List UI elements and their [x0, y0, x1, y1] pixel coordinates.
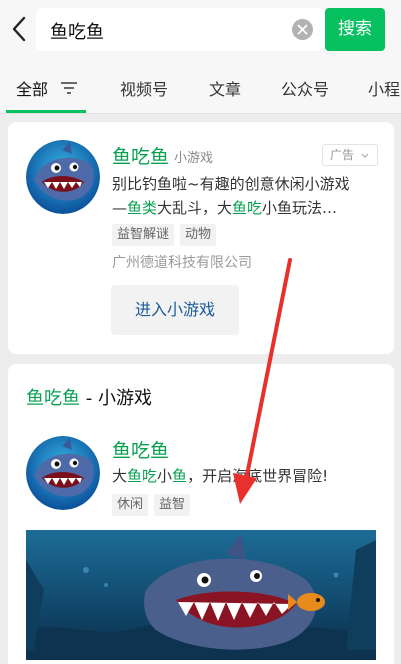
tab-official-accounts[interactable]: 公众号 — [281, 76, 329, 100]
game-title[interactable]: 鱼吃鱼 — [112, 142, 169, 169]
game-avatar[interactable] — [26, 436, 100, 510]
game-banner-illustration — [26, 530, 376, 660]
clear-button[interactable] — [292, 19, 313, 40]
tab-bar: 全部 视频号 文章 公众号 小程 — [0, 58, 401, 114]
tab-mini-programs[interactable]: 小程 — [368, 76, 400, 100]
back-button[interactable] — [8, 14, 34, 44]
game-avatar — [26, 140, 100, 214]
mini-game-section-card: 鱼吃鱼 - 小游戏 鱼吃鱼 大鱼吃小鱼，开启海底世界冒险! 休闲 益智 — [8, 364, 394, 664]
developer-name: 广州德道科技有限公司 — [112, 255, 252, 271]
filter-button[interactable] — [61, 80, 77, 99]
chevron-down-icon — [361, 153, 369, 158]
tag-puzzle: 益智解谜 — [112, 224, 175, 246]
search-box[interactable]: 鱼吃鱼 — [36, 8, 324, 51]
tab-articles[interactable]: 文章 — [209, 76, 241, 100]
tag-puzzle: 益智 — [154, 494, 191, 516]
ad-label: 广告 — [330, 148, 355, 162]
back-icon — [12, 16, 26, 42]
shark-logo-icon — [26, 140, 100, 214]
clear-icon — [297, 24, 308, 35]
game-type-label: 小游戏 — [174, 151, 214, 166]
top-bar: 鱼吃鱼 搜索 — [0, 0, 401, 58]
tab-all[interactable]: 全部 — [16, 76, 48, 100]
game-description-line2: —鱼类大乱斗，大鱼吃小鱼玩法… — [112, 199, 338, 217]
active-tab-indicator — [6, 110, 86, 113]
search-input[interactable]: 鱼吃鱼 — [50, 18, 104, 44]
tag-casual: 休闲 — [112, 494, 149, 516]
tag-animals: 动物 — [180, 224, 217, 246]
enter-mini-game-button[interactable]: 进入小游戏 — [111, 285, 239, 335]
filter-icon — [61, 82, 77, 94]
ad-badge[interactable]: 广告 — [322, 144, 378, 166]
game-title[interactable]: 鱼吃鱼 — [112, 436, 169, 463]
section-heading[interactable]: 鱼吃鱼 - 小游戏 — [26, 384, 152, 410]
game-description: 大鱼吃小鱼，开启海底世界冒险! — [112, 467, 329, 485]
search-button[interactable]: 搜索 — [325, 8, 385, 51]
shark-logo-icon — [26, 436, 100, 510]
game-description-line1: 别比钓鱼啦~有趣的创意休闲小游戏 — [112, 175, 350, 193]
ad-result-card[interactable]: 鱼吃鱼 小游戏 广告 别比钓鱼啦~有趣的创意休闲小游戏 —鱼类大乱斗，大鱼吃小鱼… — [8, 122, 394, 354]
tab-video[interactable]: 视频号 — [120, 76, 168, 100]
game-banner-image[interactable] — [26, 530, 376, 660]
